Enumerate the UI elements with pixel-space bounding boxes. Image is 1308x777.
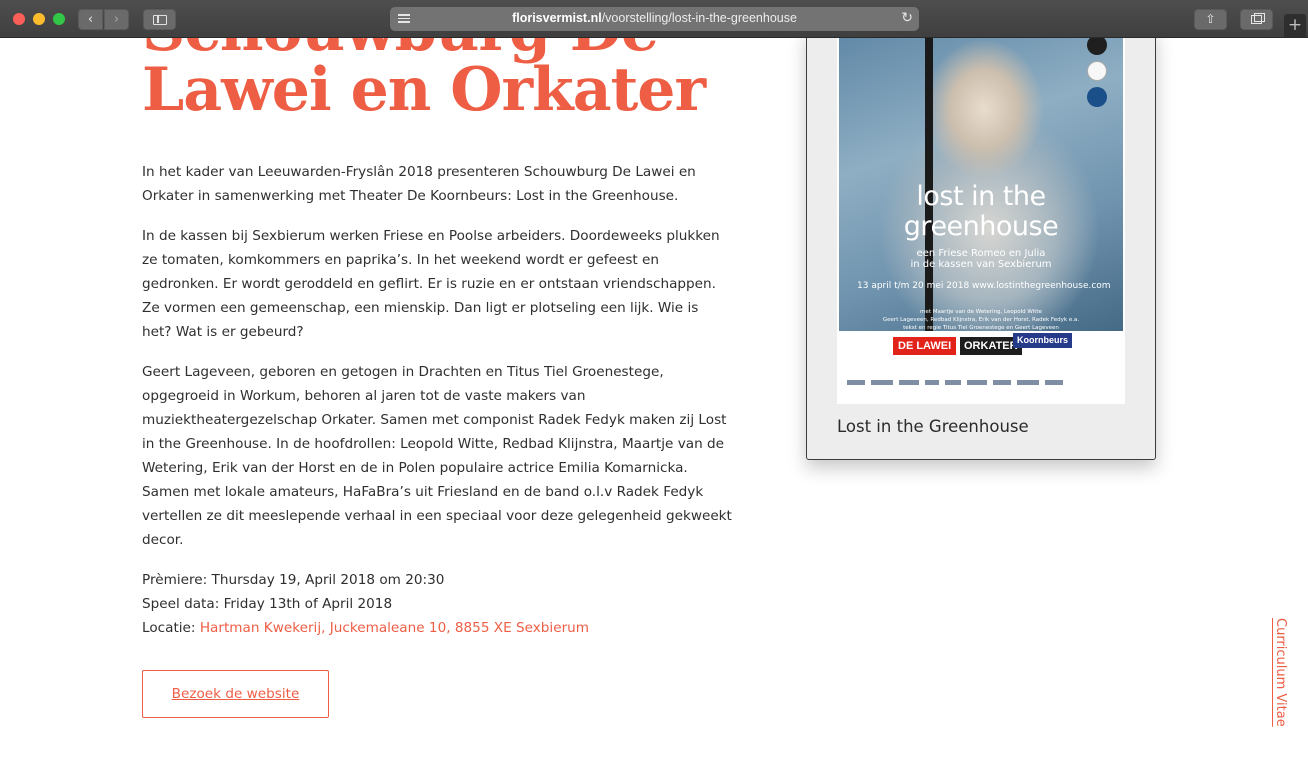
show-tabs-button[interactable] — [1240, 9, 1273, 30]
sponsor-logos — [847, 372, 1115, 386]
poster-dates: 13 april t/m 20 mei 2018 www.lostinthegr… — [857, 281, 1111, 291]
poster-subtitle-line1: een Friese Romeo en Julia — [916, 248, 1046, 259]
location-info: Locatie: Hartman Kwekerij, Juckemaleane … — [142, 616, 732, 640]
page-title: Schouwburg De Lawei en Orkater — [142, 38, 762, 120]
event-details: Prèmiere: Thursday 19, April 2018 om 20:… — [142, 568, 732, 640]
sidebar-icon — [153, 15, 167, 25]
koornbeurs-logo: Koornbeurs — [1013, 333, 1073, 348]
new-tab-button[interactable]: + — [1284, 14, 1306, 37]
share-button[interactable]: ⇧ — [1194, 9, 1227, 30]
forward-icon: › — [113, 12, 120, 27]
poster-subtitle-line2: in de kassen van Sexbierum — [910, 259, 1052, 270]
page-title-line2: Lawei en Orkater — [142, 55, 706, 125]
browser-toolbar: ‹ › florisvermist.nl/voorstelling/lost-i… — [0, 0, 1308, 38]
share-icon: ⇧ — [1205, 12, 1216, 26]
de-lawei-logo: DE LAWEI — [893, 337, 957, 355]
url-text: florisvermist.nl/voorstelling/lost-in-th… — [390, 11, 919, 25]
poster-caption: Lost in the Greenhouse — [837, 417, 1029, 436]
forward-button[interactable]: › — [104, 9, 129, 30]
new-tab-icon: + — [1287, 15, 1303, 35]
poster-image[interactable]: lost in the greenhouse een Friese Romeo … — [837, 38, 1125, 404]
minimize-window-button[interactable] — [33, 13, 45, 25]
url-path: /voorstelling/lost-in-the-greenhouse — [601, 11, 797, 25]
article-body: In het kader van Leeuwarden-Fryslân 2018… — [142, 160, 732, 640]
visit-website-button[interactable]: Bezoek de website — [142, 670, 329, 718]
poster-credit: Geert Lageveen, Redbad Klijnstra, Erik v… — [882, 317, 1080, 323]
tabs-icon-front — [1251, 15, 1262, 24]
play-dates-info: Speel data: Friday 13th of April 2018 — [142, 596, 393, 612]
address-bar[interactable]: florisvermist.nl/voorstelling/lost-in-th… — [390, 7, 919, 31]
close-window-button[interactable] — [13, 13, 25, 25]
poster-title-line2: greenhouse — [903, 211, 1059, 242]
reload-icon[interactable]: ↻ — [901, 10, 913, 26]
sidebar-toggle-button[interactable] — [143, 9, 176, 30]
curriculum-vitae-link[interactable]: Curriculum Vitae — [1273, 618, 1288, 727]
poster-title-line1: lost in the — [916, 181, 1046, 212]
fullscreen-window-button[interactable] — [53, 13, 65, 25]
back-icon: ‹ — [87, 12, 94, 27]
poster-credit: met Maartje van de Wetering, Leopold Wit… — [920, 309, 1042, 315]
back-button[interactable]: ‹ — [78, 9, 103, 30]
url-domain: florisvermist.nl — [512, 11, 602, 25]
page-content: Schouwburg De Lawei en Orkater In het ka… — [0, 38, 1308, 777]
location-label: Locatie: — [142, 620, 200, 636]
poster-card[interactable]: lost in the greenhouse een Friese Romeo … — [806, 38, 1156, 460]
intro-paragraph: In het kader van Leeuwarden-Fryslân 2018… — [142, 164, 696, 204]
makers-paragraph: Geert Lageveen, geboren en getogen in Dr… — [142, 364, 732, 548]
premiere-info: Prèmiere: Thursday 19, April 2018 om 20:… — [142, 572, 445, 588]
poster-badge — [1087, 87, 1107, 107]
story-paragraph: In de kassen bij Sexbierum werken Friese… — [142, 228, 720, 340]
poster-logo-strip: DE LAWEI ORKATER Koornbeurs — [837, 331, 1125, 367]
poster-badge — [1087, 61, 1107, 81]
location-link[interactable]: Hartman Kwekerij, Juckemaleane 10, 8855 … — [200, 620, 589, 636]
